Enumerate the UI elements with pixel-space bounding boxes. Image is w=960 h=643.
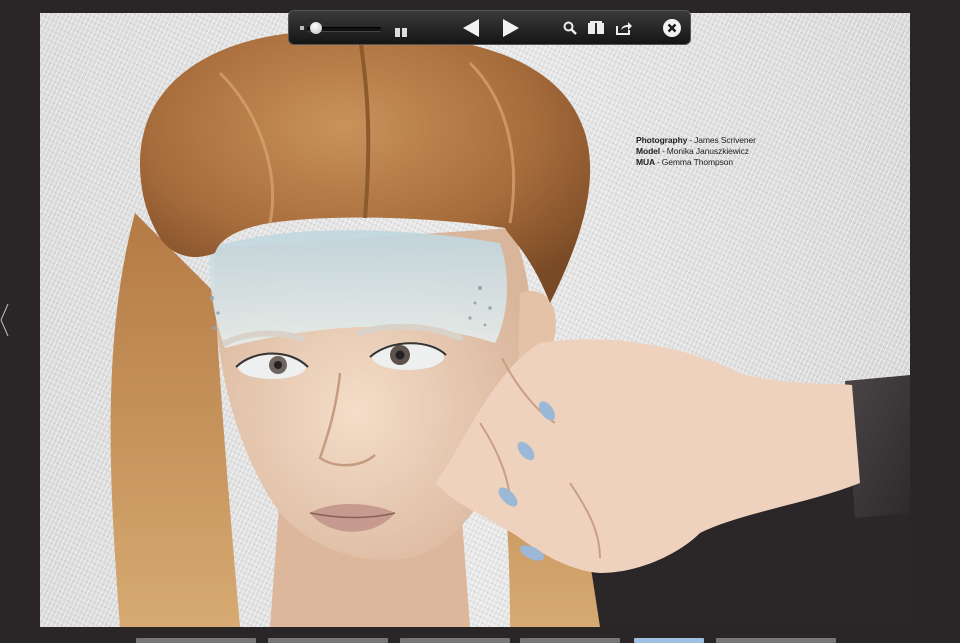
page-thumbnail-current[interactable]: [634, 638, 704, 643]
credit-photography: Photography - James Scrivener: [636, 135, 756, 146]
zoom-slider-thumb[interactable]: [310, 22, 323, 34]
credit-separator: -: [657, 157, 660, 167]
library-button[interactable]: [587, 20, 605, 36]
page-thumbnail[interactable]: [716, 638, 836, 643]
previous-page-button[interactable]: [461, 18, 481, 38]
page-thumbnail[interactable]: [268, 638, 388, 643]
close-circle-icon: [663, 19, 681, 37]
page-thumbnail[interactable]: [400, 638, 510, 643]
left-triangle-icon: [463, 19, 479, 37]
magnifier-icon: [563, 21, 577, 35]
right-triangle-icon: [503, 19, 519, 37]
credit-name: Gemma Thompson: [661, 157, 733, 167]
credit-name: James Scrivener: [694, 135, 756, 145]
magazine-viewer: Photography - James Scrivener Model - Monika…: [0, 0, 960, 643]
credit-separator: -: [662, 146, 665, 156]
portrait-photo: [110, 30, 910, 627]
photo-credits: Photography - James Scrivener Model - Monika…: [636, 135, 756, 168]
credit-mua: MUA - Gemma Thompson: [636, 157, 756, 168]
book-icon: [588, 21, 604, 34]
prev-page-edge-arrow[interactable]: [0, 300, 10, 340]
page-thumbnail[interactable]: [136, 638, 256, 643]
viewer-toolbar: [288, 10, 691, 45]
credit-role: Photography: [636, 135, 688, 145]
credit-model: Model - Monika Januszkiewicz: [636, 146, 756, 157]
credit-name: Monika Januszkiewicz: [666, 146, 749, 156]
search-button[interactable]: [563, 21, 577, 35]
small-square-icon: [300, 26, 304, 30]
next-page-button[interactable]: [501, 18, 521, 38]
magazine-page[interactable]: Photography - James Scrivener Model - Monika…: [40, 13, 910, 627]
page-thumbnail[interactable]: [520, 638, 620, 643]
share-arrow-icon: [616, 22, 632, 35]
two-page-spread-icon[interactable]: [395, 24, 407, 42]
share-button[interactable]: [615, 20, 633, 36]
credit-role: MUA: [636, 157, 656, 167]
credit-role: Model: [636, 146, 661, 156]
page-thumbnail-strip: [0, 636, 960, 643]
close-button[interactable]: [662, 18, 682, 38]
